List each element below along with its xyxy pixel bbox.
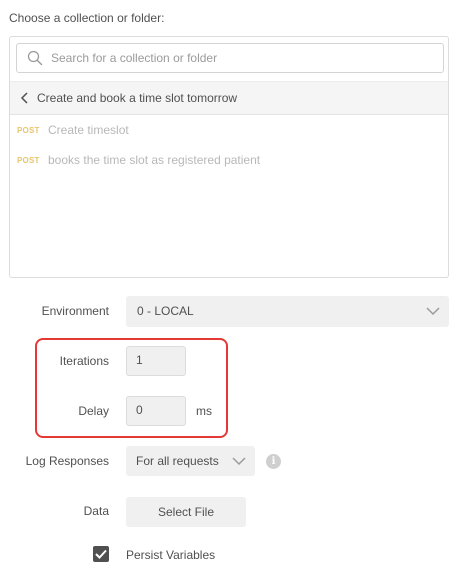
page-heading: Choose a collection or folder: (9, 11, 165, 25)
request-name: Create timeslot (48, 123, 129, 137)
search-box[interactable] (16, 43, 444, 73)
select-file-button[interactable]: Select File (126, 497, 246, 527)
checkmark-icon (95, 549, 107, 559)
folder-title: Create and book a time slot tomorrow (37, 91, 238, 105)
environment-value: 0 - LOCAL (137, 304, 194, 318)
search-input[interactable] (51, 48, 431, 68)
chevron-left-icon (20, 92, 28, 104)
search-icon (27, 50, 43, 66)
log-responses-select[interactable]: For all requests (126, 446, 255, 476)
chevron-down-icon (232, 457, 246, 466)
data-label: Data (83, 504, 109, 518)
environment-select[interactable]: 0 - LOCAL (126, 296, 449, 327)
collection-picker: Create and book a time slot tomorrow POS… (9, 36, 449, 278)
persist-variables-checkbox[interactable] (93, 546, 109, 562)
method-badge: POST (17, 126, 40, 135)
environment-label: Environment (41, 304, 109, 318)
highlight-annotation (35, 338, 228, 438)
method-badge: POST (17, 156, 40, 165)
chevron-down-icon (426, 307, 440, 316)
folder-back-button[interactable]: Create and book a time slot tomorrow (10, 81, 448, 115)
log-responses-value: For all requests (136, 454, 219, 468)
info-icon[interactable]: i (266, 454, 281, 469)
log-responses-label: Log Responses (25, 454, 109, 468)
request-name: books the time slot as registered patien… (48, 153, 261, 167)
persist-variables-label: Persist Variables (126, 548, 216, 562)
